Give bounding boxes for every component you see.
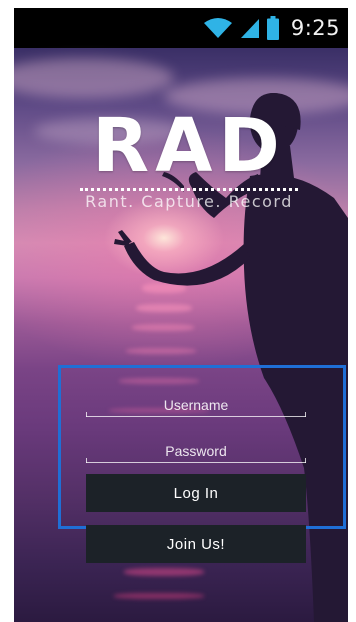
status-bar: 9:25 — [14, 8, 348, 48]
username-underline — [86, 412, 306, 417]
join-us-button[interactable]: Join Us! — [86, 525, 306, 563]
login-button[interactable]: Log In — [86, 474, 306, 512]
password-underline — [86, 458, 306, 463]
phone-screen: 9:25 RAD Rant. Capture. Record Username … — [14, 8, 348, 622]
logo-tagline: Rant. Capture. Record — [85, 192, 293, 211]
battery-icon — [266, 16, 279, 40]
wifi-icon — [203, 18, 232, 38]
app-logo: RAD Rant. Capture. Record — [74, 106, 304, 211]
status-time: 9:25 — [290, 16, 340, 40]
logo-text: RAD — [92, 103, 286, 189]
signal-icon — [240, 19, 259, 38]
